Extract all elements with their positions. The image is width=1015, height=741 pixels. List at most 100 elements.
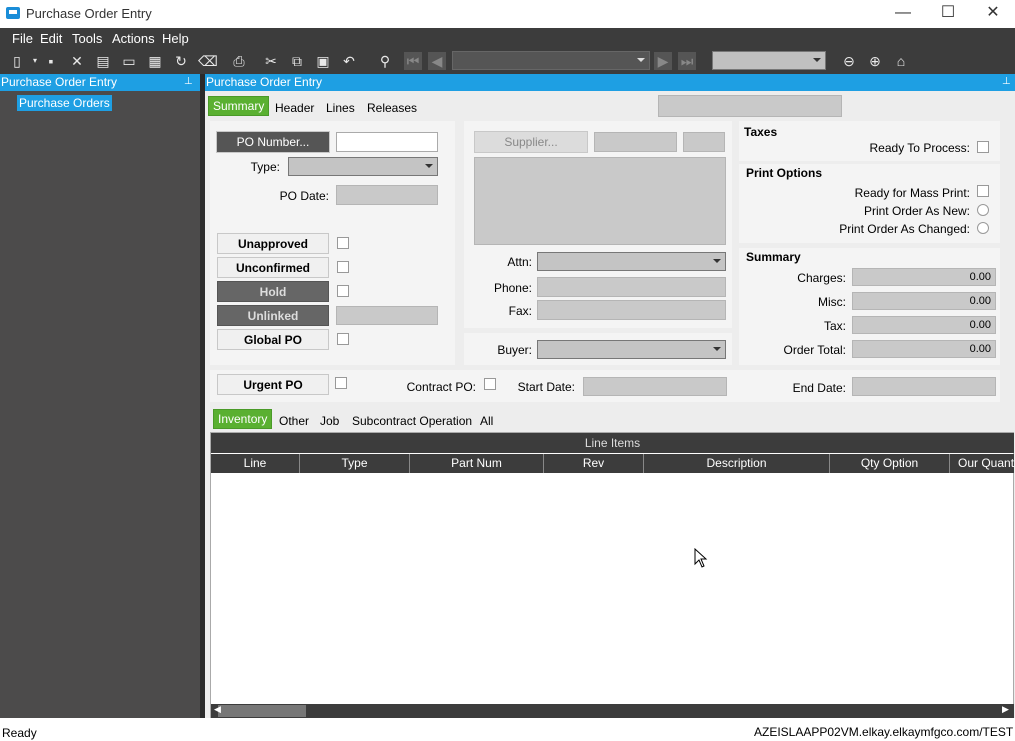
hold-button[interactable]: Hold — [217, 281, 329, 302]
subtab-other[interactable]: Other — [279, 414, 309, 428]
type-label: Type: — [250, 160, 280, 174]
misc-value: 0.00 — [852, 292, 996, 310]
subtab-job[interactable]: Job — [320, 414, 339, 428]
tab-lines[interactable]: Lines — [326, 101, 355, 115]
supplier-extra-field[interactable] — [683, 132, 725, 152]
pin-icon[interactable]: ⊥ — [184, 76, 193, 87]
book-icon[interactable]: ▤ — [94, 52, 112, 70]
hold-checkbox[interactable] — [337, 285, 349, 297]
unconfirmed-checkbox[interactable] — [337, 261, 349, 273]
minimize-button[interactable]: — — [880, 0, 926, 28]
subtab-all[interactable]: All — [480, 414, 493, 428]
column-header-line[interactable]: Line — [211, 454, 300, 473]
subtab-inventory[interactable]: Inventory — [213, 409, 273, 429]
record-selector[interactable] — [452, 51, 650, 70]
next-record-glyph-icon: ▶ — [657, 53, 669, 69]
column-header-part-num[interactable]: Part Num — [410, 454, 544, 473]
print-new-radio[interactable] — [977, 204, 989, 216]
fax-label: Fax: — [508, 304, 532, 318]
supplier-id-field[interactable] — [594, 132, 677, 152]
main-pin-icon[interactable]: ⊥ — [1002, 76, 1011, 87]
urgent-po-button[interactable]: Urgent PO — [217, 374, 329, 395]
ready-mass-print-checkbox[interactable] — [977, 185, 989, 197]
save-icon[interactable]: ▪ — [42, 52, 60, 70]
po-date-field[interactable] — [336, 185, 438, 205]
home-icon[interactable]: ⌂ — [892, 52, 910, 70]
main-panel-header: Purchase Order Entry — [205, 74, 1015, 91]
copy-icon[interactable]: ⧉ — [288, 52, 306, 70]
scrollbar-thumb[interactable] — [218, 705, 306, 717]
attn-label: Attn: — [507, 255, 532, 269]
column-header-rev[interactable]: Rev — [544, 454, 644, 473]
tab-header[interactable]: Header — [275, 101, 314, 115]
view-selector[interactable] — [712, 51, 826, 70]
menu-edit[interactable]: Edit — [40, 31, 62, 46]
tab-summary[interactable]: Summary — [208, 96, 270, 116]
attn-dropdown[interactable] — [537, 252, 726, 271]
contract-po-checkbox[interactable] — [484, 378, 496, 390]
back-icon[interactable]: ⊖ — [840, 52, 858, 70]
server-info: AZEISLAAPP02VM.elkay.elkaymfgco.com/TEST — [754, 725, 1014, 739]
print-icon[interactable]: ⎙ — [230, 52, 248, 70]
menu-actions[interactable]: Actions — [112, 31, 155, 46]
unlinked-field[interactable] — [336, 306, 438, 325]
supplier-address-field[interactable] — [474, 157, 726, 245]
type-dropdown[interactable] — [288, 157, 438, 176]
mouse-cursor-icon — [694, 548, 708, 568]
column-header-our-quantity[interactable]: Our Quanti — [950, 454, 1014, 473]
po-date-label: PO Date: — [279, 189, 329, 203]
phone-field[interactable] — [537, 277, 726, 297]
attachment-icon[interactable]: ▦ — [146, 52, 164, 70]
note-icon[interactable]: ▭ — [120, 52, 138, 70]
grid-title: Line Items — [211, 433, 1014, 453]
urgent-po-checkbox[interactable] — [335, 377, 347, 389]
undo-icon[interactable]: ↶ — [340, 52, 358, 70]
tree-panel — [0, 74, 200, 718]
tab-releases[interactable]: Releases — [367, 101, 417, 115]
column-header-qty-option[interactable]: Qty Option — [830, 454, 950, 473]
ready-mass-print-label: Ready for Mass Print: — [854, 186, 970, 200]
ready-to-process-checkbox[interactable] — [977, 141, 989, 153]
order-total-value: 0.00 — [852, 340, 996, 358]
refresh-icon[interactable]: ↻ — [172, 52, 190, 70]
global-po-checkbox[interactable] — [337, 333, 349, 345]
forward-icon[interactable]: ⊕ — [866, 52, 884, 70]
buyer-dropdown[interactable] — [537, 340, 726, 359]
print-changed-radio[interactable] — [977, 222, 989, 234]
subtab-subcontract-operation[interactable]: Subcontract Operation — [352, 414, 472, 428]
supplier-button[interactable]: Supplier... — [474, 131, 588, 153]
horizontal-scrollbar[interactable] — [211, 704, 1014, 718]
tree-item-purchase-orders[interactable]: Purchase Orders — [17, 95, 112, 111]
unlinked-button[interactable]: Unlinked — [217, 305, 329, 326]
close-button[interactable]: ✕ — [970, 0, 1015, 28]
end-date-field[interactable] — [852, 377, 996, 396]
menu-tools[interactable]: Tools — [72, 31, 102, 46]
buyer-label: Buyer: — [497, 343, 532, 357]
scroll-right-icon[interactable]: ▶ — [1002, 704, 1009, 715]
paste-icon[interactable]: ▣ — [314, 52, 332, 70]
delete-icon[interactable]: ✕ — [68, 52, 86, 70]
maximize-button[interactable]: ☐ — [925, 0, 971, 28]
fax-field[interactable] — [537, 300, 726, 320]
last-record-glyph-icon: ⏭ — [680, 53, 694, 69]
po-number-button[interactable]: PO Number... — [216, 131, 330, 153]
menu-file[interactable]: File — [12, 31, 33, 46]
global-po-button[interactable]: Global PO — [217, 329, 329, 350]
search-icon[interactable]: ⚲ — [376, 52, 394, 70]
line-items-grid[interactable] — [210, 432, 1014, 718]
cut-icon[interactable]: ✂ — [262, 52, 280, 70]
phone-label: Phone: — [493, 281, 532, 295]
unconfirmed-button[interactable]: Unconfirmed — [217, 257, 329, 278]
scroll-left-icon[interactable]: ◀ — [214, 704, 221, 715]
unapproved-checkbox[interactable] — [337, 237, 349, 249]
clear-icon[interactable]: ⌫ — [198, 52, 218, 70]
start-date-label: Start Date: — [517, 380, 575, 394]
po-number-input[interactable] — [336, 132, 438, 152]
column-header-description[interactable]: Description — [644, 454, 830, 473]
column-header-type[interactable]: Type — [300, 454, 410, 473]
title-bar — [0, 0, 1015, 28]
start-date-field[interactable] — [583, 377, 727, 396]
menu-help[interactable]: Help — [162, 31, 189, 46]
unapproved-button[interactable]: Unapproved — [217, 233, 329, 254]
new-icon[interactable]: ▯ — [8, 52, 26, 70]
